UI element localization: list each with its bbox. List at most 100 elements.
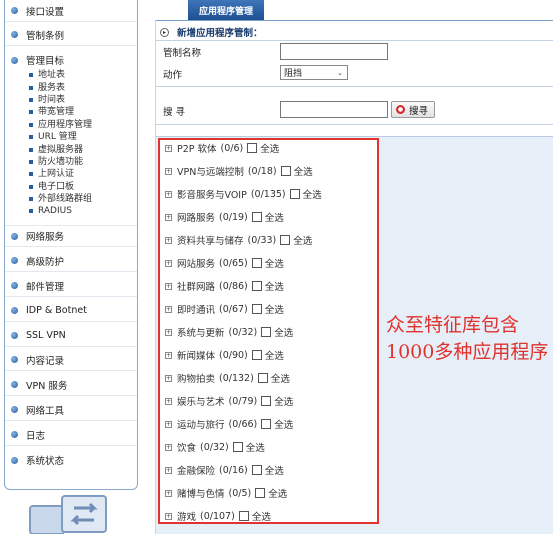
select-all-label: 全选 [264,213,284,224]
plus-icon[interactable]: + [165,420,172,428]
select-all-checkbox[interactable] [280,166,291,176]
category-name[interactable]: 即时通讯 [177,302,215,316]
plus-icon[interactable]: + [165,443,172,451]
sidebar-item-vpn[interactable]: VPN 服务 [5,374,137,396]
plus-icon[interactable]: + [165,351,172,359]
select-all-checkbox[interactable] [238,511,249,521]
plus-icon[interactable]: + [165,236,172,244]
sidebar-item-ssl-vpn[interactable]: SSL VPN [5,325,137,347]
category-name[interactable]: 运动与旅行 [177,417,225,431]
sidebar-item-mail[interactable]: 邮件管理 [5,275,137,297]
plus-icon[interactable]: + [165,190,172,198]
submenu-item-auth[interactable]: 上网认证 [5,168,137,180]
sidebar-item-policy[interactable]: 管制条例 [5,24,137,46]
select-all-checkbox[interactable] [261,419,272,429]
category-name[interactable]: 系统与更新 [177,325,225,339]
sidebar-bullet-icon [11,381,18,388]
submenu-item-line-group[interactable]: 外部线路群组 [5,193,137,205]
sidebar-item-protection[interactable]: 高级防护 [5,250,137,272]
sidebar-item-log[interactable]: 日志 [5,424,137,446]
sidebar-bullet-icon [11,356,18,363]
sidebar-item-idp[interactable]: IDP & Botnet [5,300,137,322]
plus-icon[interactable]: + [165,144,172,152]
plus-icon[interactable]: + [165,397,172,405]
plus-icon[interactable]: + [165,259,172,267]
category-name[interactable]: VPN与远端控制 [177,164,244,178]
category-name[interactable]: P2P 软体 [177,141,217,155]
select-all-checkbox[interactable] [261,396,272,406]
plus-icon[interactable]: + [165,489,172,497]
submenu-item-radius[interactable]: RADIUS [5,205,137,217]
plus-icon[interactable]: + [165,328,172,336]
plus-icon[interactable]: + [165,305,172,313]
submenu-item-app-control[interactable]: 应用程序管理 [5,119,137,131]
category-name[interactable]: 资料共享与储存 [177,233,244,247]
sidebar-item-network[interactable]: 网络服务 [5,225,137,247]
select-all-checkbox[interactable] [280,235,291,245]
category-count: (0/135) [250,188,286,200]
plus-icon[interactable]: + [165,167,172,175]
sidebar-item-objects[interactable]: 管理目标 [5,49,137,71]
sidebar-item-content-log[interactable]: 内容记录 [5,349,137,371]
plus-icon[interactable]: + [165,512,172,520]
action-select[interactable]: 阻挡 ⌄ [280,65,348,80]
select-all-checkbox[interactable] [251,350,262,360]
select-all-checkbox[interactable] [255,488,266,498]
plus-icon[interactable]: + [165,282,172,290]
submenu-item-address[interactable]: 地址表 [5,69,137,81]
sidebar-item-status[interactable]: 系统状态 [5,449,137,471]
search-input[interactable] [280,101,388,118]
category-count: (0/33) [247,234,277,246]
sidebar-bullet-icon [11,456,18,464]
category-name[interactable]: 影音服务与VOIP [177,187,247,201]
select-all-checkbox[interactable] [261,327,272,337]
square-bullet-icon [29,197,33,202]
submenu-item-e-board[interactable]: 电子口板 [5,181,137,193]
square-bullet-icon [29,159,33,164]
submenu-item-schedule[interactable]: 时间表 [5,94,137,106]
category-name[interactable]: 饮食 [177,440,196,454]
select-all-label: 全选 [268,489,288,500]
category-name[interactable]: 赌博与色情 [177,486,225,500]
select-all-checkbox[interactable] [232,442,243,452]
submenu-item-bandwidth[interactable]: 带宽管理 [5,106,137,118]
category-count: (0/5) [228,487,252,499]
plus-icon[interactable]: + [165,213,172,221]
submenu-item-firewall[interactable]: 防火墙功能 [5,156,137,168]
category-name[interactable]: 网站服务 [177,256,215,270]
category-name[interactable]: 娱乐与艺术 [177,394,225,408]
select-all-checkbox[interactable] [247,143,258,153]
square-bullet-icon [29,209,33,214]
sidebar-item-interface[interactable]: 接口设置 [5,0,137,22]
category-name[interactable]: 购物拍卖 [177,371,215,385]
category-name[interactable]: 金融保险 [177,463,215,477]
select-all-checkbox[interactable] [251,281,262,291]
category-count: (0/132) [219,372,254,384]
category-row: + 网站服务 (0/65) 全选 [165,256,284,270]
tab-app-control[interactable]: 应用程序管理 [188,0,264,20]
search-button[interactable]: ● 搜寻 [391,101,435,118]
select-all-checkbox[interactable] [251,258,262,268]
category-name[interactable]: 网路服务 [177,210,215,224]
select-all-label: 全选 [274,420,294,431]
sidebar-bullet-icon [11,257,18,264]
plus-icon[interactable]: + [165,374,172,382]
category-name[interactable]: 新闻媒体 [177,348,215,362]
submenu-item-url[interactable]: URL 管理 [5,131,137,143]
select-all-label: 全选 [293,167,313,178]
category-count: (0/65) [219,257,248,269]
select-all-checkbox[interactable] [251,304,262,314]
select-all-checkbox[interactable] [289,189,300,199]
submenu-item-virtual-server[interactable]: 虚拟服务器 [5,143,137,155]
sidebar-item-tools[interactable]: 网络工具 [5,399,137,421]
select-all-checkbox[interactable] [251,465,262,475]
policy-name-input[interactable] [280,43,388,60]
sidebar-bullet-icon [11,282,18,289]
select-all-checkbox[interactable] [257,373,268,383]
select-all-checkbox[interactable] [251,212,262,222]
category-name[interactable]: 游戏 [177,509,196,523]
sidebar-bullet-icon [11,431,18,438]
category-name[interactable]: 社群网路 [177,279,215,293]
plus-icon[interactable]: + [165,466,172,474]
submenu-item-service[interactable]: 服务表 [5,81,137,93]
